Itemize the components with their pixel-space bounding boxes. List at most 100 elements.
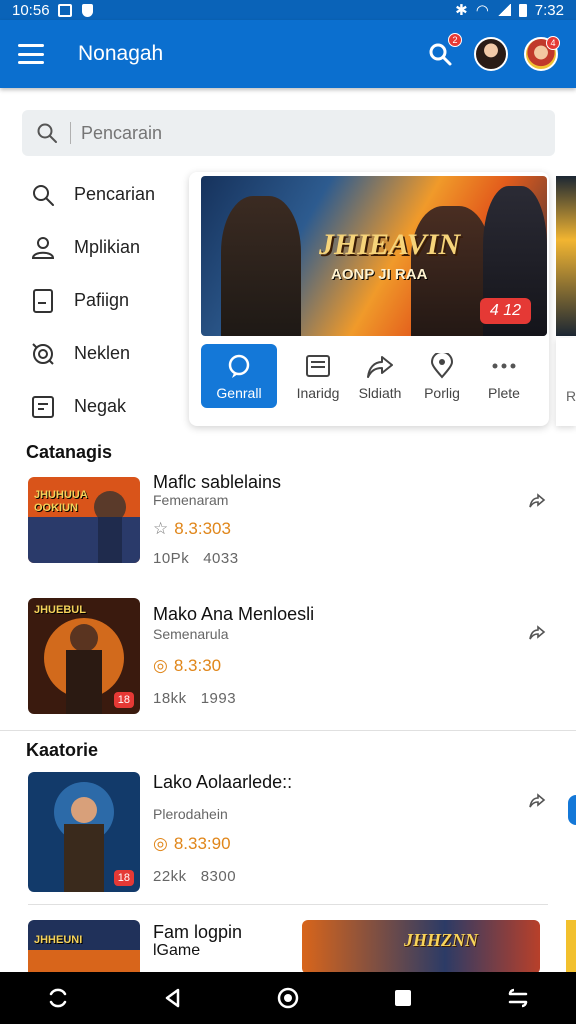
shield-icon [81,3,93,17]
rating-value: 8.3:303 [174,519,231,538]
notes-icon [303,351,333,381]
side-menu-label: Mplikian [74,237,141,257]
list-item[interactable]: JHUHUUA OOKIUN Maflc sablelains Femenara… [28,472,576,572]
rating-circle-icon: ◎ [153,656,168,675]
game-subtitle: lGame [153,942,201,959]
list-item[interactable]: JHUEBUL 18 Mako Ana Menloesli Semenarula… [28,598,576,718]
featured-actions: Genrall Inaridg Sldiath Porlig Plete [201,344,541,408]
game-rating: ◎ 8.3:30 [153,656,221,676]
game-title: Fam logpin [153,922,243,942]
next-card-peek[interactable]: R [556,338,576,426]
featured-card[interactable]: JHIEAVIN AONP JI RAA 4 12 Genrall Inarid… [189,172,549,426]
side-menu-item-search[interactable]: Pencarian [28,168,198,221]
side-menu-item-list[interactable]: Negak [28,380,198,433]
game-subtitle: Femenaram [153,492,229,508]
app-bar-actions: 2 4 [422,33,560,72]
next-promo-peek[interactable] [566,920,576,974]
action-location-button[interactable]: Porlig [411,351,473,401]
thumb-title: JHUHUUA OOKIUN [34,489,88,514]
back-icon [165,988,180,1008]
thumb-title: JHHEUNI [34,934,83,946]
promo-title: JHHZNN [404,930,478,950]
status-time: 10:56 [12,1,50,19]
action-label: Inaridg [296,385,340,401]
action-more-button[interactable]: Plete [473,351,535,401]
assistant-button[interactable] [38,978,78,1018]
profile-avatar[interactable]: 4 [524,36,560,71]
side-menu-label: Pafiign [74,290,130,310]
app-bar: Nonagah 2 4 [0,20,576,88]
share-icon [365,351,395,381]
game-title: Maflc sablelains [153,472,282,492]
profile-badge: 4 [546,36,560,50]
game-rating: ☆ 8.3:303 [153,519,231,539]
recents-button[interactable] [383,978,423,1018]
battery-icon [518,3,527,17]
switch-button[interactable] [498,978,538,1018]
action-label: Sldiath [358,385,402,401]
app-title: Nonagah [78,42,164,65]
menu-icon[interactable] [18,44,44,64]
search-notification-button[interactable]: 2 [422,33,462,72]
download-count: 10Pk [153,550,190,567]
game-thumbnail[interactable]: JHUEBUL 18 [28,598,140,714]
side-menu-item-users[interactable]: Mplikian [28,221,198,274]
search-bar[interactable] [22,110,555,156]
more-icon [489,351,519,381]
side-menu-item-settings[interactable]: Neklen [28,327,198,380]
side-menu-item-document[interactable]: Pafiign [28,274,198,327]
age-rating-badge: 18 [113,870,134,886]
action-label: Plete [488,385,520,401]
back-button[interactable] [153,978,193,1018]
settings-icon [28,339,58,369]
banner-title: JHIEAVIN [319,228,461,261]
divider [0,730,576,731]
star-icon: ☆ [153,519,169,538]
game-thumbnail[interactable]: JHUHUUA OOKIUN [28,477,140,563]
game-title: Mako Ana Menloesli [153,604,315,624]
side-menu-label: Negak [74,396,127,416]
share-icon[interactable] [528,492,546,510]
action-general-button[interactable]: Genrall [201,344,277,408]
review-count: 1993 [200,690,237,707]
game-stats: 22kk 8300 [153,868,236,885]
gallery-notification-icon [57,3,72,17]
game-thumbnail[interactable]: JHHEUNI [28,920,140,972]
search-icon [28,180,58,210]
search-divider [70,122,71,144]
game-thumbnail[interactable]: 18 [28,772,140,892]
thumb-title: JHUEBUL [34,604,86,616]
avatar[interactable] [474,37,508,71]
share-icon[interactable] [528,792,546,810]
floating-action-button[interactable] [568,795,576,825]
review-count: 8300 [200,868,237,885]
chat-icon [224,351,254,381]
action-share-button[interactable]: Sldiath [349,351,411,401]
download-count: 18kk [153,690,187,707]
action-notes-button[interactable]: Inaridg [287,351,349,401]
side-menu: Pencarian Mplikian Pafiign Neklen Negak [28,168,198,433]
bluetooth-icon: ✱ [455,2,468,19]
search-input[interactable] [81,122,501,144]
banner-badge: 4 12 [479,298,531,324]
list-item[interactable]: 18 Lako Aolaarlede:: Plerodahein ◎ 8.33:… [28,770,576,894]
rating-circle-icon: ◎ [153,834,168,853]
game-title: Lako Aolaarlede:: [153,772,293,792]
next-banner-peek[interactable] [556,176,576,336]
recents-icon [395,990,412,1006]
status-bar: 10:56 ✱ ◠ 7:32 [0,0,576,20]
review-count: 4033 [203,550,239,567]
next-card-label: R [566,388,576,404]
game-subtitle: Plerodahein [153,806,228,822]
status-icons: ✱ ◠ 7:32 [455,1,564,20]
status-clock: 7:32 [534,1,564,19]
game-art [28,920,140,972]
divider [28,904,548,905]
search-icon [37,123,57,143]
promo-banner[interactable]: JHHZNN [302,920,540,974]
share-icon[interactable] [528,624,546,642]
location-icon [427,351,457,381]
home-button[interactable] [268,978,308,1018]
rating-value: 8.3:30 [173,656,222,675]
featured-banner[interactable]: JHIEAVIN AONP JI RAA 4 12 [201,176,547,336]
